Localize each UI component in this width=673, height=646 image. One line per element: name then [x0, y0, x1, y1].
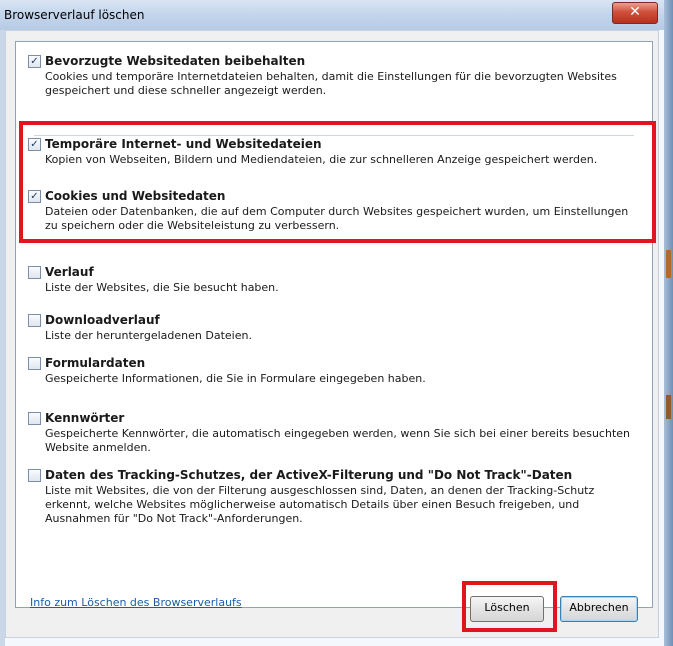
option-label: Kennwörter: [45, 411, 125, 425]
checkbox[interactable]: [28, 412, 41, 425]
title-bar[interactable]: Browserverlauf löschen ✕: [0, 0, 664, 30]
window-right-frame: [664, 0, 673, 646]
close-icon: ✕: [629, 4, 641, 20]
option-description: Gespeicherte Kennwörter, die automatisch…: [45, 427, 631, 454]
checkbox[interactable]: [28, 469, 41, 482]
background-window-edge: [666, 250, 671, 278]
option-label: Daten des Tracking-Schutzes, der ActiveX…: [45, 468, 573, 482]
window-title: Browserverlauf löschen: [4, 8, 145, 22]
option-label: Downloadverlauf: [45, 313, 160, 327]
checkbox[interactable]: [28, 314, 41, 327]
background-window-edge: [666, 395, 671, 419]
highlight-box: [462, 581, 557, 632]
close-button[interactable]: ✕: [612, 2, 658, 24]
option-label: Formulardaten: [45, 356, 146, 370]
checkbox[interactable]: [28, 357, 41, 370]
checkbox[interactable]: [28, 266, 41, 279]
option-description: Liste der heruntergeladenen Dateien.: [45, 329, 252, 342]
highlight-box: [19, 121, 656, 243]
option-description: Cookies und temporäre Internetdateien be…: [45, 70, 617, 97]
checkbox[interactable]: ✓: [28, 55, 41, 68]
info-link[interactable]: Info zum Löschen des Browserverlaufs: [30, 596, 242, 609]
option-description: Liste der Websites, die Sie besucht habe…: [45, 281, 279, 294]
option-description: Gespeicherte Informationen, die Sie in F…: [45, 372, 426, 385]
cancel-button[interactable]: Abbrechen: [560, 596, 638, 622]
option-label: Verlauf: [45, 265, 94, 279]
option-label: Bevorzugte Websitedaten beibehalten: [45, 54, 306, 68]
option-description: Liste mit Websites, die von der Filterun…: [45, 484, 595, 525]
